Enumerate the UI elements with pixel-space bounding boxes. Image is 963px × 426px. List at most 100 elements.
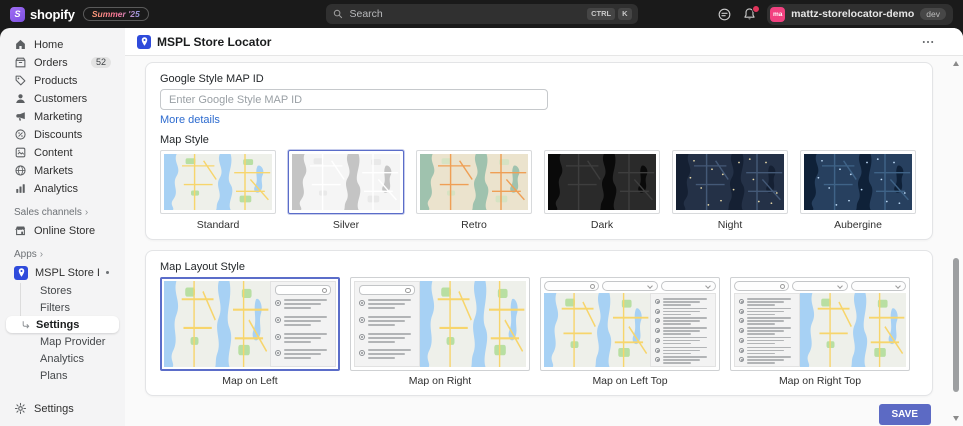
map-layout-thumbnail[interactable] (540, 277, 720, 371)
store-switcher[interactable]: ma mattz-storelocator-demo dev (767, 4, 953, 25)
mini-search-pill (359, 285, 415, 295)
store-list-item-placeholder (655, 316, 711, 324)
search-placeholder: Search (350, 8, 582, 20)
sidebar-subitem-label: Stores (40, 285, 72, 297)
scrollbar[interactable] (952, 58, 961, 424)
sidebar-item-label: Content (34, 147, 111, 159)
save-row: SAVE (145, 404, 933, 425)
settings-footer-label: Settings (34, 403, 111, 415)
map-layout-option-map-on-left[interactable]: Map on Left (160, 277, 340, 387)
map-layout-thumbnail[interactable] (160, 277, 340, 371)
map-style-card: Google Style MAP ID More details Map Sty… (145, 62, 933, 240)
sidebar-item-online-store[interactable]: Online Store (6, 222, 119, 239)
app-subnav: Stores FiltersSettingsMap Provider Analyti… (0, 282, 125, 384)
map-style-option-silver[interactable]: Silver (288, 150, 404, 231)
map-layout-option-map-on-left-top[interactable]: Map on Left Top (540, 277, 720, 387)
scroll-up-arrow[interactable] (953, 61, 959, 66)
sales-channels-header[interactable]: Sales channels › (0, 198, 125, 222)
map-layout-thumbnail[interactable] (350, 277, 530, 371)
sidebar-item-orders[interactable]: Orders52 (6, 54, 119, 71)
sidebar-subitem-settings[interactable]: Settings (6, 316, 119, 333)
sidebar-item-label: Home (34, 39, 111, 51)
sidebar-item-markets[interactable]: Markets (6, 162, 119, 179)
map-style-thumbnail[interactable] (416, 150, 532, 214)
store-list-panel (650, 293, 716, 367)
map-style-thumbnail[interactable] (288, 150, 404, 214)
store-list-panel (354, 281, 420, 367)
map-style-option-dark[interactable]: Dark (544, 150, 660, 231)
pin-icon (359, 317, 365, 323)
store-list-item-placeholder (359, 332, 415, 347)
sidebar-subitem-plans[interactable]: Plans (6, 367, 119, 384)
notifications-button[interactable] (742, 7, 757, 22)
map-layout-thumbnail[interactable] (730, 277, 910, 371)
pin-icon (739, 328, 744, 333)
save-button[interactable]: SAVE (879, 404, 932, 425)
more-details-link[interactable]: More details (160, 114, 220, 126)
sidebar-subitem-analytics[interactable]: Analytics (6, 350, 119, 367)
map-style-option-label: Standard (197, 219, 240, 231)
notification-dot (752, 5, 760, 13)
pin-icon (655, 318, 660, 323)
map-style-label: Map Style (160, 134, 918, 146)
map-layout-option-map-on-right[interactable]: Map on Right (350, 277, 530, 387)
store-list-item-placeholder (655, 336, 711, 344)
sidebar-item-label: Customers (34, 93, 111, 105)
sidebar-item-products[interactable]: Products (6, 72, 119, 89)
mini-map (164, 281, 270, 367)
topbar: S shopify Summer '25 Search CTRLK ma mat… (0, 0, 963, 28)
map-style-option-standard[interactable]: Standard (160, 150, 276, 231)
chevron-right-icon: › (40, 250, 43, 260)
sidebar-item-home[interactable]: Home (6, 36, 119, 53)
map-style-thumbnail[interactable] (160, 150, 276, 214)
global-search-bar[interactable]: Search CTRLK (326, 4, 638, 24)
app-more-dot (106, 271, 109, 274)
sidebar-subitem-label: Analytics (40, 353, 84, 365)
map-style-option-label: Silver (333, 219, 359, 231)
map-style-option-night[interactable]: Night (672, 150, 788, 231)
store-list-item-placeholder (739, 307, 795, 315)
scroll-down-arrow[interactable] (953, 416, 959, 421)
sidebar-item-analytics[interactable]: Analytics (6, 180, 119, 197)
map-style-thumbnail[interactable] (800, 150, 916, 214)
pin-icon (359, 350, 365, 356)
app-icon-bg (137, 35, 151, 49)
shopify-bag-icon: S (10, 7, 25, 22)
map-layout-options: Map on LeftMap on RightMap on Left TopMa… (160, 277, 918, 387)
map-style-thumbnail[interactable] (544, 150, 660, 214)
inbox-button[interactable] (717, 7, 732, 22)
mini-select-pill (792, 281, 847, 291)
map-style-thumbnail[interactable] (672, 150, 788, 214)
pin-icon (275, 350, 281, 356)
sidebar-item-marketing[interactable]: Marketing (6, 108, 119, 125)
sidebar-item-discounts[interactable]: Discounts (6, 126, 119, 143)
map-pin-icon (139, 36, 150, 47)
sidebar-subitem-map-provider[interactable]: Map Provider (6, 333, 119, 350)
sidebar-item-customers[interactable]: Customers (6, 90, 119, 107)
map-id-input[interactable] (160, 89, 548, 110)
sidebar-subitem-stores[interactable]: Stores (6, 282, 119, 299)
shopify-logo[interactable]: S shopify (10, 7, 75, 22)
map-style-option-aubergine[interactable]: Aubergine (800, 150, 916, 231)
markets-icon (14, 164, 27, 177)
mini-search-pill (544, 281, 599, 291)
map-style-option-label: Aubergine (834, 219, 882, 231)
sidebar-item-content[interactable]: Content (6, 144, 119, 161)
sidebar-item-settings-footer[interactable]: Settings (6, 400, 119, 417)
sidebar-subitem-filters[interactable]: Filters (6, 299, 119, 316)
pin-icon (739, 299, 744, 304)
sidebar-sales-channels: Online Store (0, 222, 125, 239)
sidebar-item-mspl-store-locator[interactable]: MSPL Store Locator (6, 264, 119, 281)
apps-header[interactable]: Apps › (0, 240, 125, 264)
pin-icon (275, 300, 281, 306)
sidebar-subitem-label: Plans (40, 370, 68, 382)
map-layout-option-map-on-right-top[interactable]: Map on Right Top (730, 277, 910, 387)
store-list-item-placeholder (275, 298, 331, 313)
pin-icon (739, 309, 744, 314)
store-list-item-placeholder (275, 315, 331, 330)
more-icon[interactable] (921, 35, 935, 49)
edition-badge[interactable]: Summer '25 (83, 7, 149, 21)
scrollbar-thumb[interactable] (953, 258, 959, 392)
map-style-option-retro[interactable]: Retro (416, 150, 532, 231)
mini-map (420, 281, 526, 367)
